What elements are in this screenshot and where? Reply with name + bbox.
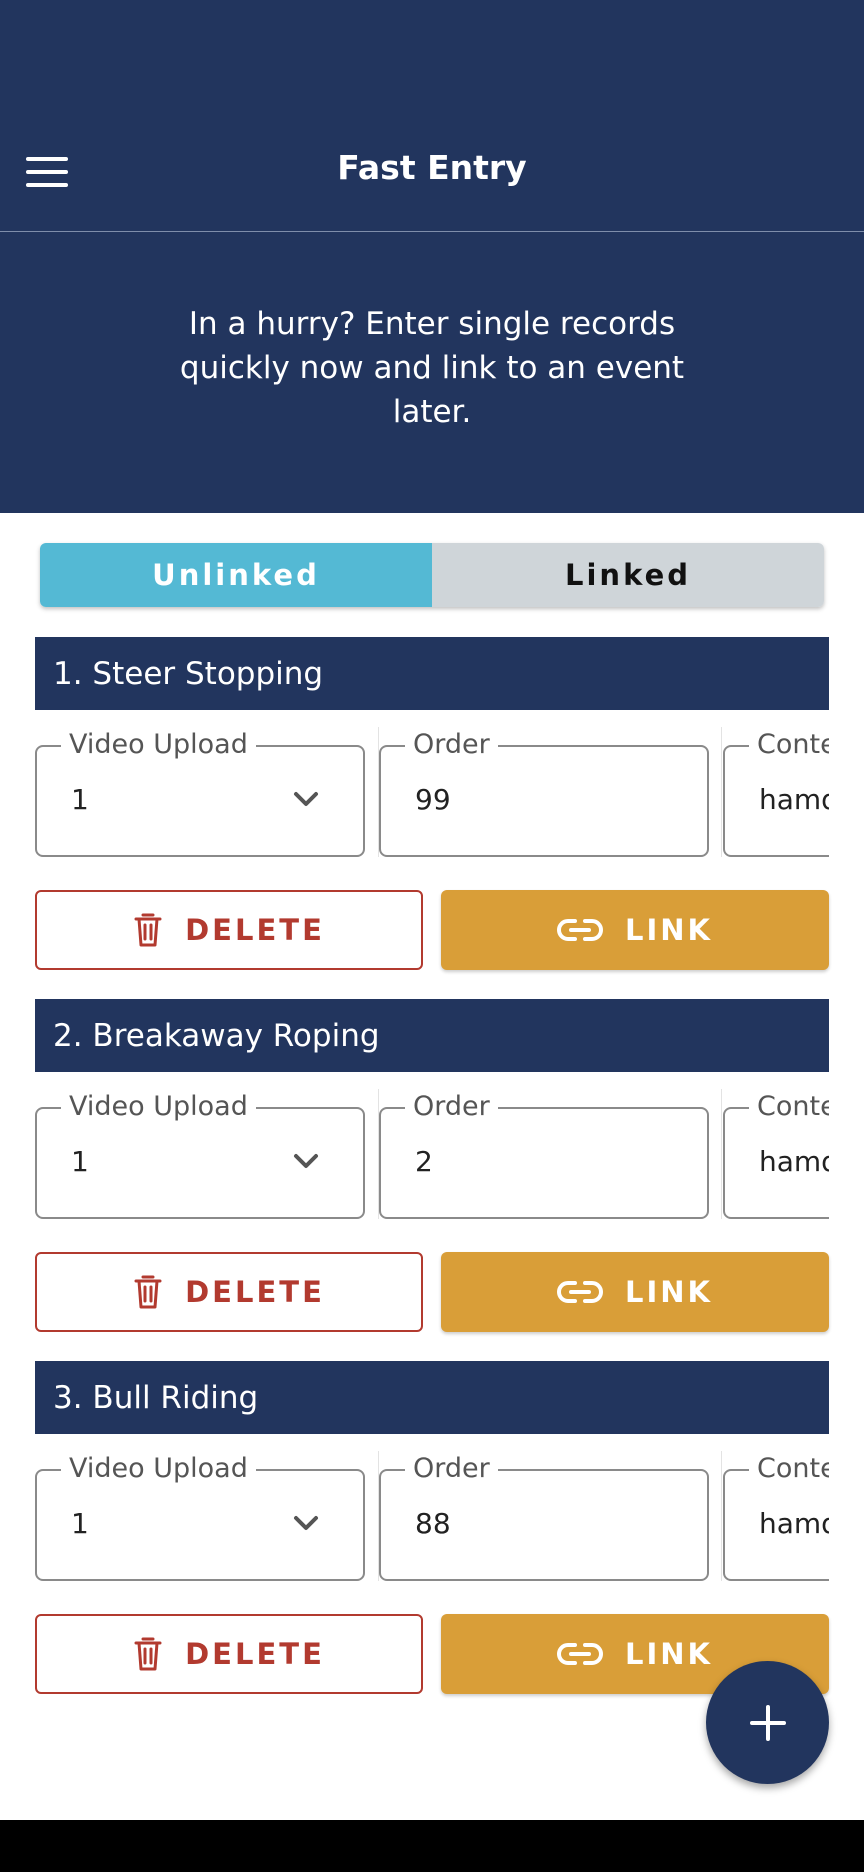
record-card: 3. Bull Riding Video Upload 1 Order 88 C… [35, 1361, 829, 1701]
contestant-field[interactable]: Conte hamd [723, 727, 829, 857]
record-card: 1. Steer Stopping Video Upload 1 Order 9… [35, 637, 829, 977]
order-value: 88 [415, 1507, 451, 1540]
trash-icon [134, 1637, 162, 1671]
tab-unlinked[interactable]: Unlinked [40, 543, 432, 607]
page-title: Fast Entry [337, 148, 527, 187]
record-fields-scroller[interactable]: Video Upload 1 Order 99 Conte hamd [35, 727, 829, 857]
contestant-value: hamd [759, 783, 829, 816]
plus-icon [749, 1704, 786, 1741]
contestant-field[interactable]: Conte hamd [723, 1451, 829, 1581]
link-label: LINK [624, 913, 713, 947]
order-field[interactable]: Order 99 [379, 727, 709, 857]
delete-button[interactable]: DELETE [35, 1614, 423, 1694]
video-upload-select[interactable]: Video Upload 1 [35, 727, 365, 857]
contestant-value: hamd [759, 1145, 829, 1178]
link-status-tabs: Unlinked Linked [40, 543, 824, 607]
add-record-button[interactable] [706, 1661, 829, 1784]
contestant-label: Conte [749, 727, 829, 763]
chevron-down-icon [294, 1154, 318, 1168]
video-upload-value: 1 [71, 783, 89, 816]
delete-label: DELETE [185, 913, 325, 947]
order-value: 99 [415, 783, 451, 816]
field-separator [721, 1451, 722, 1581]
link-icon [557, 1281, 603, 1303]
video-upload-value: 1 [71, 1507, 89, 1540]
trash-icon [134, 913, 162, 947]
system-nav-bar [0, 1820, 864, 1872]
delete-label: DELETE [185, 1637, 325, 1671]
record-actions: DELETE LINK [35, 1252, 829, 1332]
trash-icon [134, 1275, 162, 1309]
chevron-down-icon [294, 792, 318, 806]
video-upload-label: Video Upload [61, 727, 256, 763]
record-card: 2. Breakaway Roping Video Upload 1 Order… [35, 999, 829, 1339]
record-title: 2. Breakaway Roping [35, 999, 829, 1072]
video-upload-label: Video Upload [61, 1451, 256, 1487]
record-actions: DELETE LINK [35, 890, 829, 970]
record-actions: DELETE LINK [35, 1614, 829, 1694]
order-field[interactable]: Order 2 [379, 1089, 709, 1219]
field-separator [721, 1089, 722, 1219]
chevron-down-icon [294, 1516, 318, 1530]
link-button[interactable]: LINK [441, 890, 829, 970]
contestant-value: hamd [759, 1507, 829, 1540]
field-separator [721, 727, 722, 857]
delete-button[interactable]: DELETE [35, 1252, 423, 1332]
page-subtitle: In a hurry? Enter single records quickly… [179, 306, 685, 430]
app-header: Fast Entry In a hurry? Enter single reco… [0, 0, 864, 513]
video-upload-label: Video Upload [61, 1089, 256, 1125]
header-divider [0, 231, 864, 232]
contestant-field[interactable]: Conte hamd [723, 1089, 829, 1219]
video-upload-select[interactable]: Video Upload 1 [35, 1451, 365, 1581]
record-title: 3. Bull Riding [35, 1361, 829, 1434]
link-label: LINK [624, 1275, 713, 1309]
delete-button[interactable]: DELETE [35, 890, 423, 970]
link-icon [557, 1643, 603, 1665]
contestant-label: Conte [749, 1089, 829, 1125]
order-value: 2 [415, 1145, 433, 1178]
delete-label: DELETE [185, 1275, 325, 1309]
contestant-label: Conte [749, 1451, 829, 1487]
video-upload-value: 1 [71, 1145, 89, 1178]
order-label: Order [405, 1451, 498, 1487]
link-icon [557, 919, 603, 941]
record-title: 1. Steer Stopping [35, 637, 829, 710]
order-field[interactable]: Order 88 [379, 1451, 709, 1581]
link-label: LINK [624, 1637, 713, 1671]
record-fields-scroller[interactable]: Video Upload 1 Order 2 Conte hamd [35, 1089, 829, 1219]
order-label: Order [405, 727, 498, 763]
video-upload-select[interactable]: Video Upload 1 [35, 1089, 365, 1219]
link-button[interactable]: LINK [441, 1252, 829, 1332]
record-fields-scroller[interactable]: Video Upload 1 Order 88 Conte hamd [35, 1451, 829, 1581]
order-label: Order [405, 1089, 498, 1125]
tab-linked[interactable]: Linked [432, 543, 824, 607]
